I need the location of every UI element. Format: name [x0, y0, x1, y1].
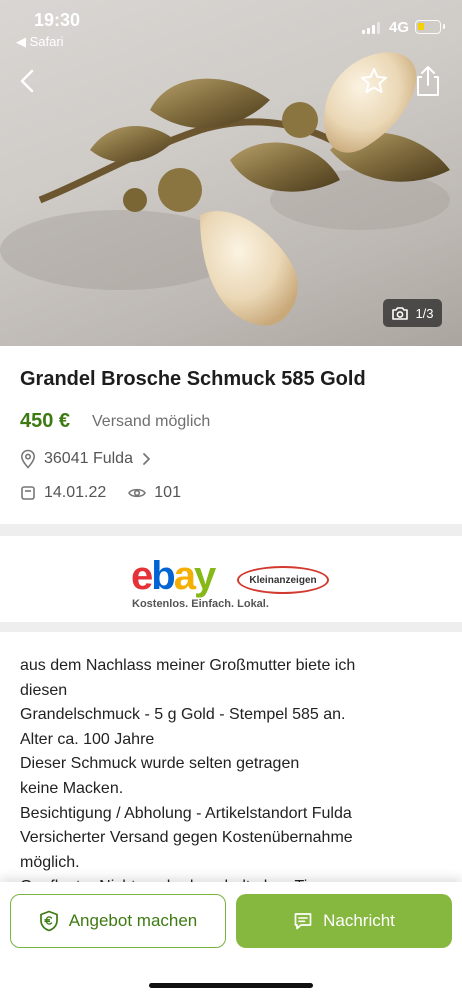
view-count: 101 — [128, 484, 181, 502]
description-line: möglich. — [20, 853, 80, 871]
view-count-label: 101 — [154, 484, 181, 501]
battery-icon — [415, 20, 445, 34]
euro-shield-icon — [39, 910, 58, 932]
status-bar: 19:30 ◀ Safari 4G — [0, 0, 462, 56]
section-divider — [0, 622, 462, 632]
description-line: diesen — [20, 681, 68, 699]
description-line: Alter ca. 100 Jahre — [20, 730, 155, 748]
network-type: 4G — [389, 19, 410, 36]
banner-slogan: Kostenlos. Einfach. Lokal. — [132, 598, 269, 610]
message-button[interactable]: Nachricht — [236, 894, 452, 948]
description-line: Dieser Schmuck wurde selten getragen — [20, 755, 300, 773]
make-offer-button[interactable]: Angebot machen — [10, 894, 226, 948]
listing-meta: 14.01.22 101 — [20, 484, 181, 502]
clock: 19:30 — [34, 10, 81, 30]
image-counter[interactable]: 1/3 — [383, 299, 442, 327]
description-line: Besichtigung / Abholung - Artikelstandor… — [20, 804, 352, 822]
back-chevron-icon[interactable] — [14, 66, 42, 96]
camera-icon — [392, 306, 409, 320]
image-counter-label: 1/3 — [415, 305, 434, 321]
action-bar: Angebot machen Nachricht — [0, 882, 462, 1000]
ebay-kleinanzeigen-banner: ebay Kleinanzeigen Kostenlos. Einfach. L… — [0, 536, 462, 622]
home-indicator[interactable] — [149, 983, 313, 988]
description-line: aus dem Nachlass meiner Großmutter biete… — [20, 657, 356, 674]
shipping-info: Versand möglich — [92, 413, 211, 430]
listing-title: Grandel Brosche Schmuck 585 Gold — [20, 368, 366, 390]
make-offer-label: Angebot machen — [68, 911, 198, 930]
post-date: 14.01.22 — [44, 484, 107, 501]
section-divider — [0, 524, 462, 536]
chevron-right-icon — [143, 453, 150, 465]
calendar-icon — [21, 486, 35, 500]
description-line: Versicherter Versand gegen Kostenübernah… — [20, 829, 353, 847]
star-icon[interactable] — [359, 66, 389, 96]
eye-icon — [128, 488, 147, 498]
ebay-logo: ebay — [131, 554, 216, 598]
signal-icon — [362, 22, 380, 34]
description-line: keine Macken. — [20, 779, 124, 797]
product-image[interactable]: 19:30 ◀ Safari 4G 1/3 — [0, 0, 462, 346]
listing-description: aus dem Nachlass meiner Großmutter biete… — [20, 654, 444, 900]
listing-details: Grandel Brosche Schmuck 585 Gold 450 € V… — [0, 346, 462, 524]
location-pin-icon — [20, 449, 36, 469]
message-label: Nachricht — [323, 911, 395, 930]
listing-price: 450 € — [20, 410, 71, 432]
kleinanzeigen-label: Kleinanzeigen — [249, 574, 317, 586]
kleinanzeigen-badge: Kleinanzeigen — [237, 566, 329, 594]
location-link[interactable]: 36041 Fulda — [20, 449, 151, 469]
chat-icon — [294, 913, 312, 930]
location-label: 36041 Fulda — [44, 450, 133, 467]
description-line: Grandelschmuck - 5 g Gold - Stempel 585 … — [20, 706, 346, 724]
back-to-safari[interactable]: ◀ Safari — [16, 34, 64, 50]
share-icon[interactable] — [412, 64, 444, 98]
